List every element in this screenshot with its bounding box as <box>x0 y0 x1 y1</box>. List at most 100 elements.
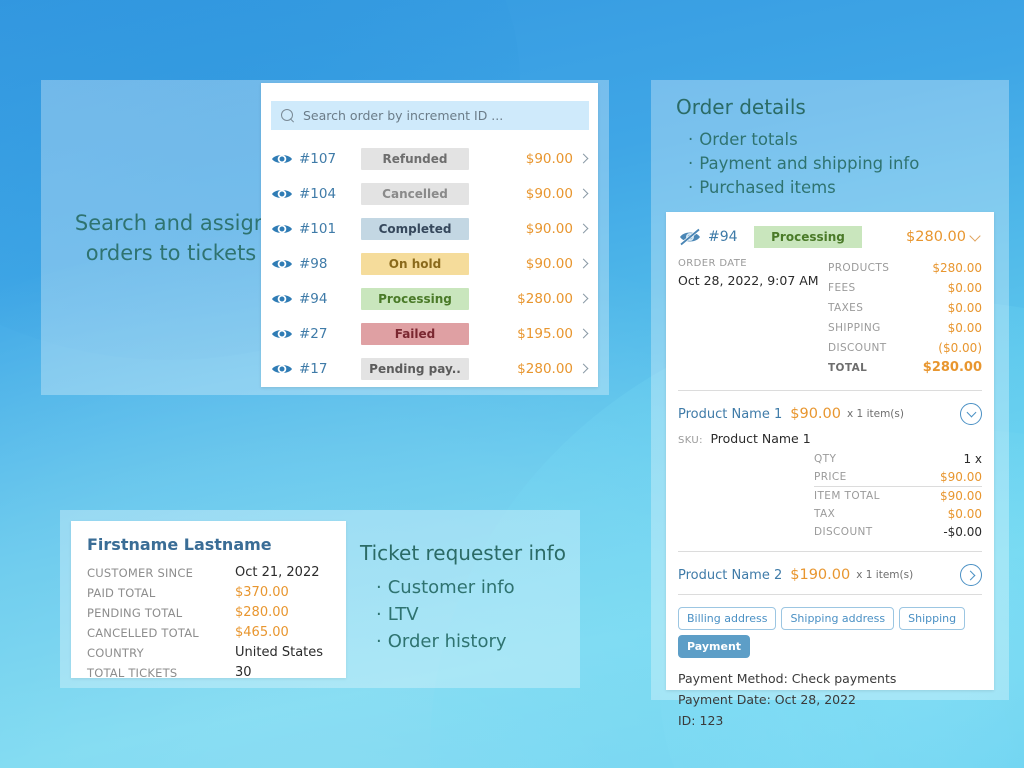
order-details-amount: $280.00 <box>862 229 970 245</box>
order-totals-section: ORDER DATE Oct 28, 2022, 9:07 AM PRODUCT… <box>666 256 994 386</box>
order-row[interactable]: #17Pending pay..$280.00 <box>271 351 589 386</box>
order-total-label: SHIPPING <box>828 318 948 338</box>
customer-detail-row: PENDING TOTAL$280.00 <box>87 603 330 623</box>
customer-detail-value: $280.00 <box>235 603 289 623</box>
order-details-bullets: Order totalsPayment and shipping infoPur… <box>688 128 996 200</box>
eye-icon[interactable] <box>271 152 293 166</box>
chevron-right-icon[interactable] <box>579 364 589 374</box>
order-status-badge: Cancelled <box>361 183 469 205</box>
order-date-block: ORDER DATE Oct 28, 2022, 9:07 AM <box>678 258 828 378</box>
search-assign-callout-text: Search and assign orders to tickets <box>61 208 281 268</box>
ticket-requester-callout-text: Ticket requester info Customer infoLTVOr… <box>360 540 590 655</box>
order-row[interactable]: #98On hold$90.00 <box>271 246 589 281</box>
chevron-right-icon[interactable] <box>579 259 589 269</box>
customer-detail-label: TOTAL TICKETS <box>87 663 235 683</box>
chevron-right-icon[interactable] <box>579 154 589 164</box>
order-row[interactable]: #94Processing$280.00 <box>271 281 589 316</box>
search-input[interactable]: Search order by increment ID ... <box>271 101 589 130</box>
search-icon <box>281 109 295 123</box>
customer-detail-label: PAID TOTAL <box>87 583 235 603</box>
order-total-value: $0.00 <box>948 318 982 338</box>
callout-bullet: Customer info <box>376 574 590 601</box>
product-detail-label: QTY <box>814 450 963 468</box>
order-id: #27 <box>299 326 361 342</box>
customer-detail-label: PENDING TOTAL <box>87 603 235 623</box>
order-total-row: FEES$0.00 <box>828 278 982 298</box>
eye-icon[interactable] <box>271 257 293 271</box>
order-total-label: PRODUCTS <box>828 258 932 278</box>
tab-billing-address[interactable]: Billing address <box>678 607 776 630</box>
product-1-detail-row: ITEM TOTAL$90.00 <box>814 486 982 505</box>
order-row[interactable]: #101Completed$90.00 <box>271 211 589 246</box>
order-total-label: FEES <box>828 278 948 298</box>
eye-icon[interactable] <box>271 327 293 341</box>
order-amount: $90.00 <box>469 256 579 272</box>
order-status-badge: Completed <box>361 218 469 240</box>
product-2-expand-chevron-right-icon[interactable] <box>960 564 982 586</box>
chevron-down-icon[interactable] <box>970 231 982 243</box>
product-detail-label: DISCOUNT <box>814 523 943 541</box>
chevron-right-icon[interactable] <box>579 294 589 304</box>
eye-off-icon[interactable] <box>678 227 702 247</box>
order-details-callout-title: Order details <box>676 94 996 121</box>
order-details-tabs: Billing addressShipping addressShipping P… <box>666 599 994 658</box>
product-1-sku-line: SKU: Product Name 1 <box>666 429 994 446</box>
eye-icon[interactable] <box>271 292 293 306</box>
customer-detail-value: $465.00 <box>235 623 289 643</box>
product-1-detail-row: TAX$0.00 <box>814 505 982 523</box>
order-details-callout-text: Order details Order totalsPayment and sh… <box>676 94 996 200</box>
eye-icon[interactable] <box>271 187 293 201</box>
customer-detail-label: COUNTRY <box>87 643 235 663</box>
payment-info-block: Payment Method: Check paymentsPayment Da… <box>666 658 994 731</box>
payment-info-line: ID: 123 <box>678 710 982 731</box>
customer-detail-row: TOTAL TICKETS30 <box>87 663 330 683</box>
product-1-sku-value: Product Name 1 <box>710 431 810 446</box>
product-1-detail-row: DISCOUNT-$0.00 <box>814 523 982 541</box>
tab-shipping[interactable]: Shipping <box>899 607 965 630</box>
order-row[interactable]: #27Failed$195.00 <box>271 316 589 351</box>
callout-bullet: Purchased items <box>688 176 996 200</box>
callout-bullet: Order totals <box>688 128 996 152</box>
chevron-right-icon[interactable] <box>579 224 589 234</box>
product-detail-value: $0.00 <box>948 505 982 523</box>
orders-card: Search order by increment ID ... #107Ref… <box>261 83 598 387</box>
eye-icon[interactable] <box>271 222 293 236</box>
eye-icon[interactable] <box>271 362 293 376</box>
callout-bullet: LTV <box>376 601 590 628</box>
ticket-requester-callout-title: Ticket requester info <box>360 540 590 566</box>
payment-info-line: Payment Date: Oct 28, 2022 <box>678 689 982 710</box>
customer-detail-row: CANCELLED TOTAL$465.00 <box>87 623 330 643</box>
search-input-placeholder: Search order by increment ID ... <box>303 108 503 123</box>
order-amount: $90.00 <box>469 151 579 167</box>
order-status-badge: Pending pay.. <box>361 358 469 380</box>
customer-detail-label: CANCELLED TOTAL <box>87 623 235 643</box>
customer-detail-value: Oct 21, 2022 <box>235 563 320 583</box>
order-total-label: TOTAL <box>828 358 923 378</box>
order-total-value: $0.00 <box>948 298 982 318</box>
chevron-right-icon[interactable] <box>579 329 589 339</box>
order-details-order-id: #94 <box>708 229 754 245</box>
product-row-1[interactable]: Product Name 1 $90.00 x 1 item(s) <box>666 395 994 429</box>
tab-shipping-address[interactable]: Shipping address <box>781 607 894 630</box>
tab-payment[interactable]: Payment <box>678 635 750 658</box>
product-1-collapse-chevron-down-icon[interactable] <box>960 403 982 425</box>
order-amount: $195.00 <box>469 326 579 342</box>
order-row[interactable]: #107Refunded$90.00 <box>271 141 589 176</box>
customer-detail-row: PAID TOTAL$370.00 <box>87 583 330 603</box>
divider <box>678 390 982 391</box>
order-amount: $280.00 <box>469 291 579 307</box>
customer-detail-label: CUSTOMER SINCE <box>87 563 235 583</box>
product-detail-value: 1 x <box>963 450 982 468</box>
order-total-value: ($0.00) <box>938 338 982 358</box>
customer-detail-row: CUSTOMER SINCEOct 21, 2022 <box>87 563 330 583</box>
chevron-right-icon[interactable] <box>579 189 589 199</box>
customer-detail-value: 30 <box>235 663 252 683</box>
product-row-2[interactable]: Product Name 2 $190.00 x 1 item(s) <box>666 556 994 590</box>
order-row[interactable]: #104Cancelled$90.00 <box>271 176 589 211</box>
order-total-value: $280.00 <box>923 358 982 378</box>
order-total-row: PRODUCTS$280.00 <box>828 258 982 278</box>
product-1-detail-rows: QTY1 xPRICE$90.00ITEM TOTAL$90.00TAX$0.0… <box>814 450 982 541</box>
order-details-status-badge: Processing <box>754 226 862 248</box>
product-2-price: $190.00 <box>790 567 850 583</box>
order-id: #17 <box>299 361 361 377</box>
